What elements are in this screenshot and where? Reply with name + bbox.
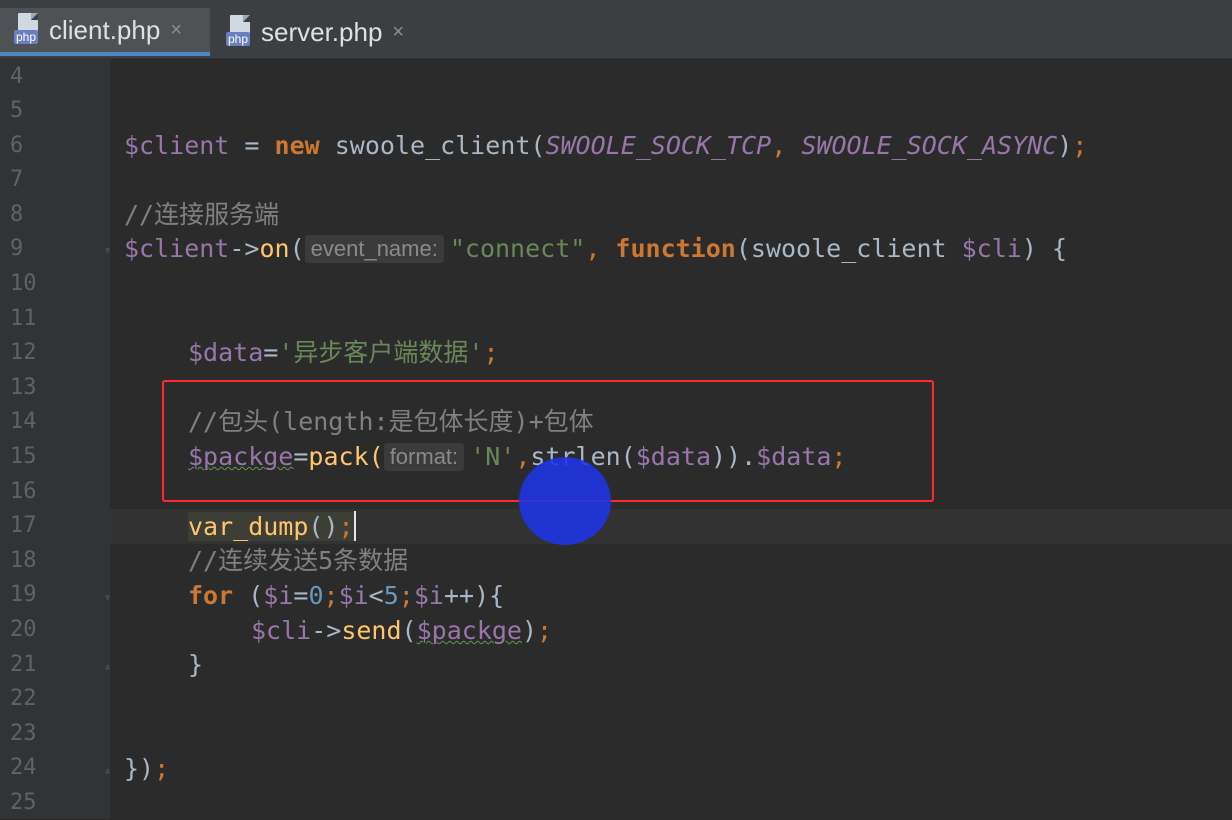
tab-client-php[interactable]: php client.php × (0, 8, 210, 56)
php-file-icon: php (14, 13, 44, 47)
line-number: 14 (10, 409, 37, 434)
tab-label: server.php (261, 16, 383, 47)
line-number: 4 (10, 64, 24, 89)
close-icon[interactable]: × (170, 19, 182, 42)
line-number: 15 (10, 444, 37, 469)
line-number: 6 (10, 133, 24, 158)
line-number: 23 (10, 721, 37, 746)
line-number: 19 (10, 582, 37, 607)
line-number: 25 (10, 790, 37, 815)
line-number: 18 (10, 548, 37, 573)
line-number-gutter: 4 5 6 7 8 9 10 11 12 13 14 15 16 17 18 1… (0, 58, 111, 819)
line-number: 5 (10, 98, 24, 123)
code-line-19: for ($i=0;$i<5;$i++){ (188, 581, 505, 610)
line-number: 24 (10, 755, 37, 780)
line-number: 21 (10, 652, 37, 677)
line-number: 8 (10, 202, 24, 227)
php-file-icon: php (226, 15, 256, 49)
line-number: 7 (10, 167, 24, 192)
tab-label: client.php (49, 14, 161, 45)
parameter-hint: event_name: (304, 235, 444, 263)
code-line-6: $client = new swoole_client(SWOOLE_SOCK_… (124, 131, 1088, 160)
editor-tab-bar: php client.php × php server.php × (0, 0, 1232, 59)
code-line-17: var_dump(); (188, 511, 356, 541)
line-number: 10 (10, 271, 37, 296)
text-caret (353, 511, 356, 541)
code-line-9: $client->on(event_name: "connect", functi… (124, 234, 1067, 263)
tab-server-php[interactable]: php server.php × (212, 8, 424, 56)
line-number: 9 (10, 236, 24, 261)
line-number: 16 (10, 479, 37, 504)
mouse-cursor-indicator (519, 457, 611, 545)
code-line-24: }); (124, 754, 170, 783)
code-line-8: //连接服务端 (124, 200, 280, 229)
code-line-18: //连续发送5条数据 (188, 546, 409, 575)
code-line-20: $cli->send($packge); (251, 616, 553, 645)
close-icon[interactable]: × (392, 21, 404, 44)
line-number: 11 (10, 306, 37, 331)
line-number: 12 (10, 340, 37, 365)
code-line-12: $data='异步客户端数据'; (188, 338, 499, 367)
code-line-21: } (188, 650, 204, 679)
line-number: 20 (10, 617, 37, 642)
line-number: 13 (10, 375, 37, 400)
line-number: 22 (10, 686, 37, 711)
line-number: 17 (10, 513, 37, 538)
